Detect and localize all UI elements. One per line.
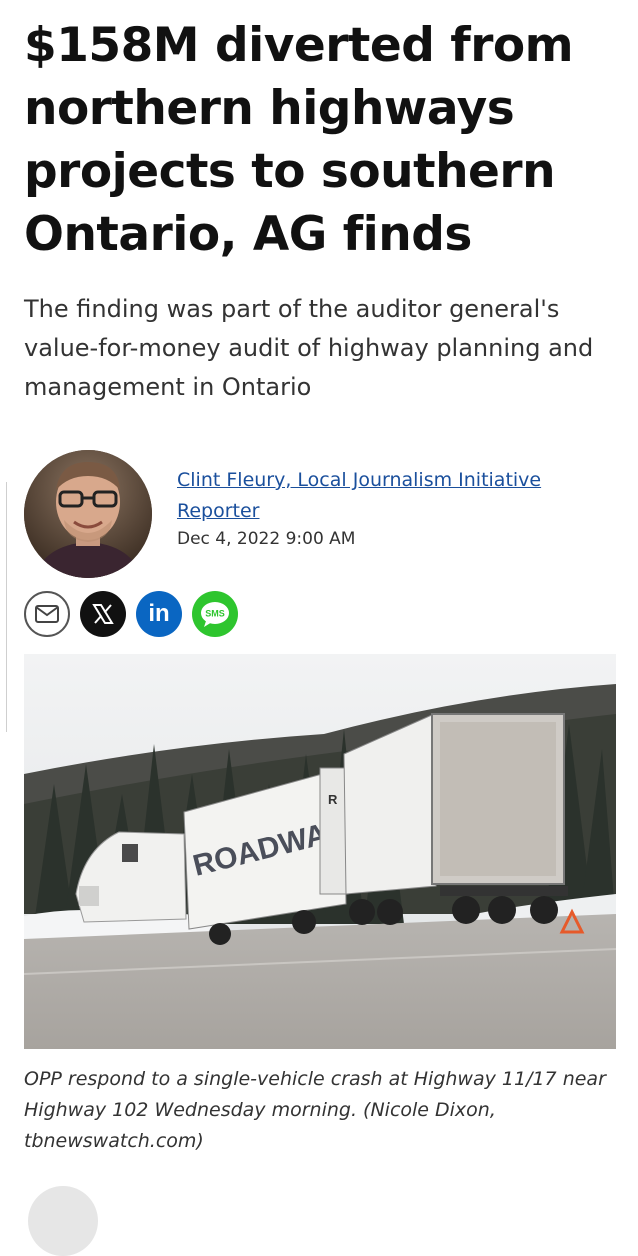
avatar[interactable]	[24, 450, 152, 578]
scroll-edge	[0, 482, 7, 732]
email-icon	[35, 605, 59, 623]
sms-icon: SMS	[201, 602, 229, 627]
headline: $158M diverted from northern highways pr…	[24, 18, 574, 262]
sms-label: SMS	[205, 609, 225, 619]
share-email-button[interactable]	[24, 591, 70, 637]
publish-date: Dec 4, 2022 9:00 AM	[177, 529, 356, 549]
author-link[interactable]: Clint Fleury, Local Journalism Initiativ…	[177, 465, 597, 527]
truck-crash-image: ROADWAY R	[24, 654, 616, 1049]
photo-caption: OPP respond to a single-vehicle crash at…	[24, 1068, 606, 1152]
article-photo[interactable]: ROADWAY R	[24, 654, 616, 1049]
linkedin-icon: in	[148, 600, 170, 627]
share-sms-button[interactable]: SMS	[192, 591, 238, 637]
subheadline: The finding was part of the auditor gene…	[24, 295, 594, 401]
share-x-button[interactable]	[80, 591, 126, 637]
trailer-letter: R	[328, 792, 338, 807]
author-photo	[24, 450, 152, 578]
x-icon	[92, 604, 114, 624]
share-linkedin-button[interactable]: in	[136, 591, 182, 637]
floating-button[interactable]	[28, 1186, 98, 1256]
